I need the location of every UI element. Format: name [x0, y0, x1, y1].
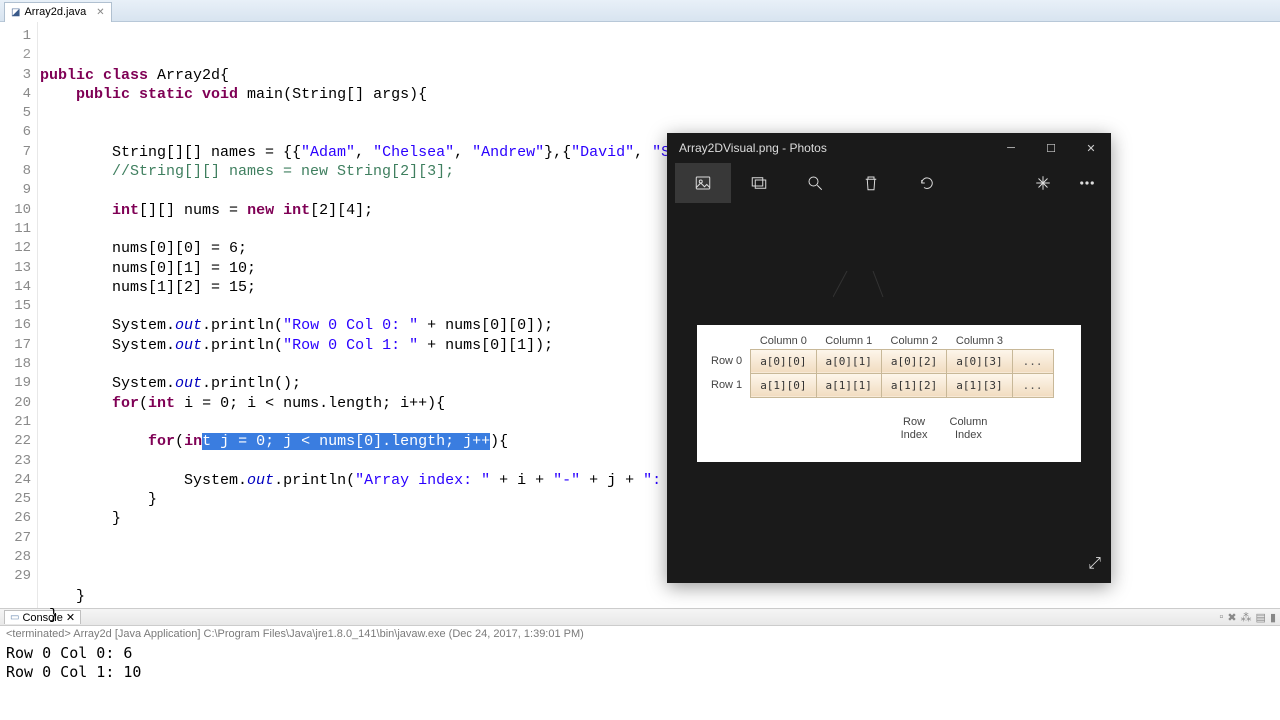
close-icon[interactable]: ✕	[66, 611, 75, 624]
slideshow-icon[interactable]	[731, 163, 787, 203]
scroll-lock-icon[interactable]: ▤	[1256, 611, 1266, 624]
photos-title: Array2DVisual.png - Photos	[679, 141, 827, 155]
console-output: Row 0 Col 0: 6 Row 0 Col 1: 10	[0, 642, 1280, 684]
pin-icon[interactable]: ▮	[1270, 611, 1276, 624]
more-icon[interactable]	[1071, 163, 1103, 203]
console-icon: ▭	[10, 612, 19, 623]
edit-icon[interactable]	[1015, 163, 1071, 203]
photos-titlebar[interactable]: Array2DVisual.png - Photos ─ ☐ ✕	[667, 133, 1111, 163]
editor-tab[interactable]: ◪ Array2d.java ✕	[4, 2, 112, 22]
tab-filename: Array2d.java	[24, 6, 86, 18]
remove-launch-icon[interactable]: ▫	[1219, 611, 1223, 624]
java-file-icon: ◪	[11, 7, 20, 18]
close-icon[interactable]: ✕	[96, 7, 104, 18]
photos-toolbar	[667, 163, 1111, 203]
zoom-icon[interactable]	[787, 163, 843, 203]
console-tab-bar: ▭ Console ✕ ▫ ✖ ⁂ ▤ ▮	[0, 608, 1280, 626]
fullscreen-icon[interactable]: ⤢	[1088, 555, 1101, 573]
photos-window: Array2DVisual.png - Photos ─ ☐ ✕ Column …	[667, 133, 1111, 583]
close-button[interactable]: ✕	[1071, 133, 1111, 163]
selected-text: t j = 0; j < nums[0].length; j++	[202, 433, 490, 450]
maximize-button[interactable]: ☐	[1031, 133, 1071, 163]
view-image-icon[interactable]	[675, 163, 731, 203]
col-index-label: ColumnIndex	[950, 416, 988, 442]
array-diagram: Column 0 Column 1 Column 2 Column 3 Row …	[697, 325, 1081, 462]
rotate-icon[interactable]	[899, 163, 955, 203]
remove-all-icon[interactable]: ✖	[1227, 611, 1236, 624]
remove-dup-icon[interactable]: ⁂	[1241, 611, 1252, 624]
row-index-label: RowIndex	[901, 416, 928, 442]
line-gutter: 1234567891011121314151617181920212223242…	[0, 22, 38, 608]
photos-canvas[interactable]: Column 0 Column 1 Column 2 Column 3 Row …	[667, 203, 1111, 583]
minimize-button[interactable]: ─	[991, 133, 1031, 163]
console-meta: <terminated> Array2d [Java Application] …	[0, 626, 1280, 642]
editor-tab-bar: ◪ Array2d.java ✕	[0, 0, 1280, 22]
console-toolbar: ▫ ✖ ⁂ ▤ ▮	[1219, 611, 1276, 624]
delete-icon[interactable]	[843, 163, 899, 203]
